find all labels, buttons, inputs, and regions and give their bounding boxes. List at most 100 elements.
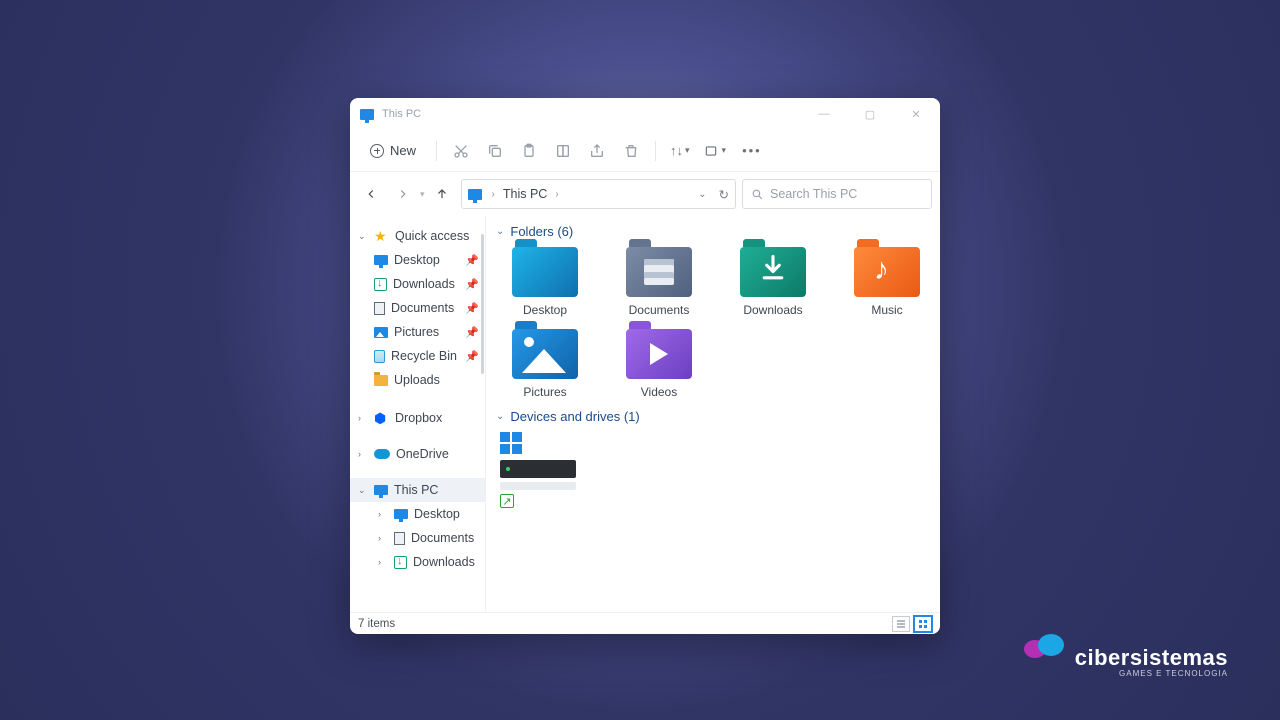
downloads-folder-icon	[740, 247, 806, 297]
sidebar-item-quick-access[interactable]: ⌄ ★ Quick access	[350, 224, 485, 248]
chevron-down-icon: ⌄	[358, 231, 368, 242]
this-pc-icon	[468, 189, 482, 200]
search-box[interactable]: Search This PC	[742, 179, 932, 209]
sidebar-item-label: Desktop	[394, 253, 440, 267]
sidebar-item-label: Uploads	[394, 373, 440, 387]
separator	[655, 141, 656, 161]
section-header-folders[interactable]: ⌄ Folders (6)	[496, 224, 930, 239]
folder-desktop[interactable]: Desktop	[502, 247, 588, 317]
sidebar-item-dropbox[interactable]: › ⬢ Dropbox	[350, 406, 485, 430]
sidebar-item-label: Documents	[391, 301, 454, 315]
more-button[interactable]: •••	[736, 143, 768, 158]
sidebar-item-recycle-bin[interactable]: Recycle Bin 📌	[350, 344, 485, 368]
title-bar: This PC — ▢ ✕	[350, 98, 940, 130]
view-button[interactable]: ▾	[700, 144, 731, 158]
brand-name: cibersistemas	[1075, 645, 1228, 671]
chevron-right-icon: ›	[358, 413, 368, 423]
share-button[interactable]	[583, 137, 611, 165]
drive-usage-bar	[500, 482, 576, 490]
chevron-down-icon: ⌄	[358, 485, 368, 496]
back-button[interactable]	[358, 181, 384, 207]
sidebar-item-label: Dropbox	[395, 411, 442, 425]
close-button[interactable]: ✕	[902, 108, 930, 121]
sidebar-item-label: Quick access	[395, 229, 469, 243]
folder-label: Desktop	[523, 303, 567, 317]
pictures-folder-icon	[512, 329, 578, 379]
pictures-icon	[374, 327, 388, 338]
dropbox-icon: ⬢	[374, 412, 389, 425]
chevron-right-icon: ›	[378, 509, 388, 519]
rename-button[interactable]	[549, 137, 577, 165]
folder-pictures[interactable]: Pictures	[502, 329, 588, 399]
cut-button[interactable]	[447, 137, 475, 165]
sidebar-item-this-pc[interactable]: ⌄ This PC	[350, 478, 485, 502]
address-dropdown[interactable]: ⌄	[698, 189, 706, 200]
desktop-folder-icon	[512, 247, 578, 297]
folder-label: Documents	[629, 303, 690, 317]
desktop-icon	[374, 255, 388, 265]
folders-grid: Desktop Documents Downloads Music	[496, 247, 930, 399]
watermark: cibersistemas GAMES E TECNOLOGIA	[1024, 634, 1228, 678]
forward-button[interactable]	[390, 181, 416, 207]
sidebar-item-label: Downloads	[393, 277, 455, 291]
sort-button[interactable]: ↑↓ ▾	[666, 143, 694, 158]
copy-button[interactable]	[481, 137, 509, 165]
toolbar: New ↑↓ ▾ ▾ •••	[350, 130, 940, 172]
sidebar-item-label: Documents	[411, 531, 474, 545]
folder-icon	[374, 375, 388, 386]
sidebar-item-onedrive[interactable]: › OneDrive	[350, 442, 485, 466]
sidebar-item-downloads[interactable]: › Downloads	[350, 550, 485, 574]
folder-downloads[interactable]: Downloads	[730, 247, 816, 317]
documents-folder-icon	[626, 247, 692, 297]
folder-label: Downloads	[743, 303, 802, 317]
history-dropdown[interactable]: ▾	[420, 189, 425, 200]
icons-view-button[interactable]	[914, 616, 932, 632]
sidebar-item-documents[interactable]: › Documents	[350, 526, 485, 550]
videos-folder-icon	[626, 329, 692, 379]
delete-button[interactable]	[617, 137, 645, 165]
sidebar-item-label: Desktop	[414, 507, 460, 521]
window-controls: — ▢ ✕	[810, 108, 930, 121]
windows-icon	[500, 432, 522, 454]
minimize-button[interactable]: —	[810, 108, 838, 121]
star-icon: ★	[374, 230, 389, 243]
sidebar-item-desktop[interactable]: Desktop 📌	[350, 248, 485, 272]
music-folder-icon	[854, 247, 920, 297]
content-pane: ⌄ Folders (6) Desktop Documents Download…	[486, 216, 940, 612]
folder-label: Pictures	[523, 385, 566, 399]
details-view-button[interactable]	[892, 616, 910, 632]
explorer-window: This PC — ▢ ✕ New ↑↓ ▾ ▾ ••• ▾ ›	[350, 98, 940, 634]
downloads-icon	[394, 556, 407, 569]
folder-videos[interactable]: Videos	[616, 329, 702, 399]
item-count: 7 items	[358, 618, 395, 630]
up-button[interactable]	[429, 181, 455, 207]
view-switcher	[892, 616, 932, 632]
address-bar[interactable]: › This PC › ⌄ ↻	[461, 179, 736, 209]
drive-icon	[500, 460, 576, 478]
sidebar-item-uploads[interactable]: Uploads	[350, 368, 485, 392]
sidebar-item-downloads[interactable]: Downloads 📌	[350, 272, 485, 296]
breadcrumb-location[interactable]: This PC	[503, 187, 547, 201]
body: ⌄ ★ Quick access Desktop 📌 Downloads 📌 D…	[350, 216, 940, 612]
pin-icon: 📌	[465, 326, 479, 339]
drive-item[interactable]: ↗	[496, 432, 580, 508]
section-title: Devices and drives (1)	[510, 409, 639, 424]
new-button[interactable]: New	[360, 139, 426, 162]
sidebar-item-documents[interactable]: Documents 📌	[350, 296, 485, 320]
folder-music[interactable]: Music	[844, 247, 930, 317]
section-header-drives[interactable]: ⌄ Devices and drives (1)	[496, 409, 930, 424]
pin-icon: 📌	[465, 350, 479, 363]
downloads-icon	[374, 278, 387, 291]
documents-icon	[394, 532, 405, 545]
folder-documents[interactable]: Documents	[616, 247, 702, 317]
window-title: This PC	[382, 108, 421, 120]
maximize-button[interactable]: ▢	[856, 108, 884, 121]
section-title: Folders (6)	[510, 224, 573, 239]
sidebar-item-label: This PC	[394, 483, 438, 497]
chevron-down-icon: ⌄	[496, 411, 504, 422]
sidebar-item-pictures[interactable]: Pictures 📌	[350, 320, 485, 344]
refresh-button[interactable]: ↻	[719, 187, 729, 202]
paste-button[interactable]	[515, 137, 543, 165]
this-pc-icon	[374, 485, 388, 495]
sidebar-item-desktop[interactable]: › Desktop	[350, 502, 485, 526]
